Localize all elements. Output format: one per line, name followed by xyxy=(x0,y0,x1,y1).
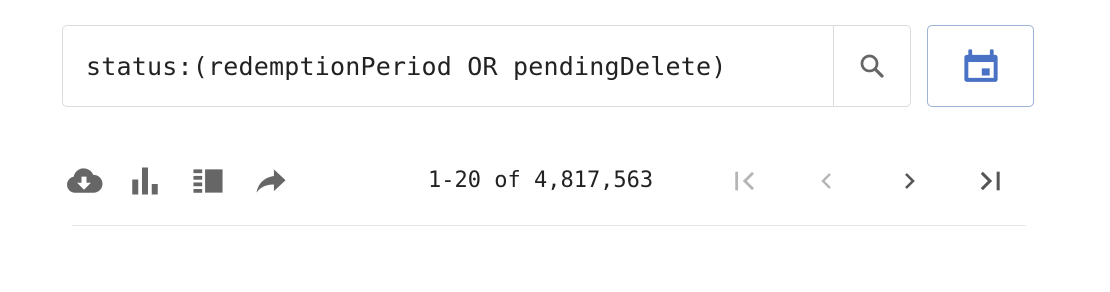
calendar-icon xyxy=(963,49,998,82)
download-button[interactable] xyxy=(64,155,104,207)
results-divider xyxy=(72,225,1026,226)
columns-icon xyxy=(193,169,223,193)
chevron-right-icon xyxy=(905,173,915,189)
date-filter-button[interactable] xyxy=(927,25,1034,107)
first-page-icon xyxy=(735,171,754,191)
bar-chart-icon xyxy=(132,167,158,195)
search-input[interactable] xyxy=(63,26,833,106)
columns-button[interactable] xyxy=(190,155,226,207)
last-page-button[interactable] xyxy=(974,155,1006,207)
share-button[interactable] xyxy=(254,155,288,207)
next-page-button[interactable] xyxy=(894,155,924,207)
pagination-range: 1-20 of 4,817,563 xyxy=(428,168,654,193)
results-toolbar: 1-20 of 4,817,563 xyxy=(62,155,1034,207)
first-page-button[interactable] xyxy=(730,155,762,207)
share-icon xyxy=(256,169,286,193)
last-page-icon xyxy=(980,171,1000,191)
chart-button[interactable] xyxy=(128,155,162,207)
search-button[interactable] xyxy=(833,26,910,106)
chevron-left-icon xyxy=(821,173,831,189)
search-bar xyxy=(62,25,911,107)
search-icon xyxy=(860,54,884,78)
previous-page-button[interactable] xyxy=(812,155,842,207)
download-cloud-icon xyxy=(67,168,103,193)
results-header: 1-20 of 4,817,563 xyxy=(0,0,1110,292)
